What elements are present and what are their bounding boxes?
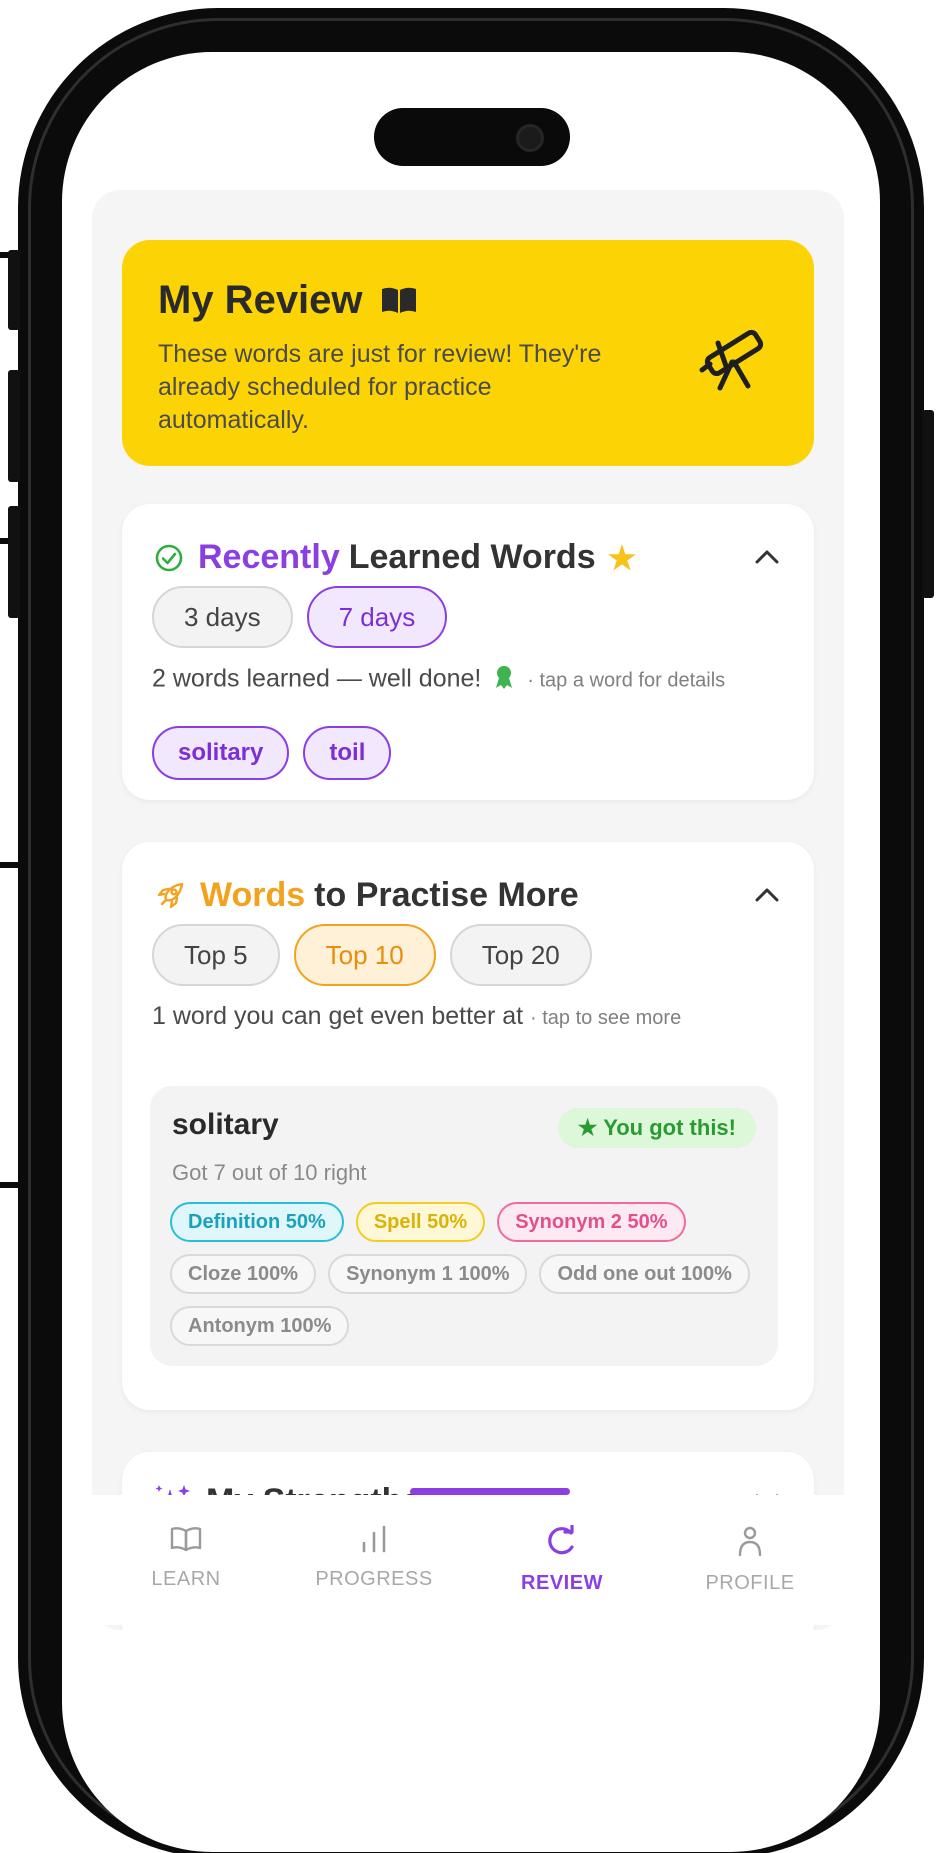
recent-title-highlight: Recently — [198, 538, 340, 576]
skill-tag-value: 100% — [246, 1262, 299, 1285]
nav-profile[interactable]: PROFILE — [656, 1495, 844, 1625]
hero-description: These words are just for review! They're… — [158, 340, 602, 434]
practise-score: Got 7 out of 10 right — [172, 1160, 367, 1185]
practise-summary: 1 word you can get even better at · tap … — [152, 1002, 792, 1032]
skill-tag-label: Cloze — [188, 1262, 242, 1285]
recent-word-list: solitary toil — [152, 726, 392, 780]
skill-tag-value: 100% — [680, 1262, 732, 1285]
volume-up-button — [8, 370, 20, 482]
action-button — [8, 250, 20, 330]
skill-tag-label: Synonym 2 — [515, 1210, 622, 1233]
practise-title: Words to Practise More — [154, 876, 579, 915]
word-chip-solitary[interactable]: solitary — [152, 726, 290, 780]
rocket-icon — [154, 880, 186, 912]
award-icon — [492, 664, 516, 696]
practise-title-highlight: Words — [200, 876, 306, 914]
skill-tag-synonym-2: Synonym 2 50% — [497, 1202, 686, 1242]
telescope-icon — [696, 310, 780, 399]
recent-title-rest: Learned Words — [348, 538, 596, 576]
camera-icon — [516, 124, 544, 152]
practise-word: solitary — [172, 1108, 279, 1141]
filter-top-10[interactable]: Top 10 — [293, 924, 436, 986]
filter-7-days[interactable]: 7 days — [306, 586, 448, 648]
nav-label-progress: PROGRESS — [315, 1568, 433, 1590]
refresh-icon — [545, 1524, 579, 1562]
bottom-nav: LEARN PROGRESS REVIEW PROFILE — [92, 1495, 844, 1625]
practise-summary-text: 1 word you can get even better at — [152, 1002, 524, 1030]
bar-chart-icon — [357, 1525, 391, 1558]
skill-tags: Definition 50% Spell 50% Synonym 2 50% C… — [170, 1202, 760, 1346]
person-icon — [733, 1525, 767, 1562]
practise-more-card: Words to Practise More Top 5 Top 10 Top … — [122, 842, 814, 1410]
skill-tag-value: 50% — [285, 1210, 326, 1233]
encouragement-badge: ★ You got this! — [557, 1108, 756, 1148]
filter-top-5[interactable]: Top 5 — [152, 924, 280, 986]
filter-top-20[interactable]: Top 20 — [449, 924, 592, 986]
dynamic-island — [374, 108, 570, 166]
chevron-up-icon[interactable] — [754, 886, 780, 909]
chevron-up-icon[interactable] — [754, 548, 780, 571]
nav-review[interactable]: REVIEW — [468, 1495, 656, 1625]
book-icon — [169, 1525, 203, 1558]
nav-label-learn: LEARN — [151, 1568, 221, 1590]
hero-title-row: My Review — [158, 278, 418, 325]
my-review-banner: My Review These words are just for revie… — [122, 240, 814, 466]
nav-learn[interactable]: LEARN — [92, 1495, 280, 1625]
skill-tag-label: Antonym — [188, 1314, 275, 1337]
skill-tag-value: 50% — [627, 1210, 668, 1233]
check-circle-icon — [154, 543, 184, 573]
skill-tag-spell: Spell 50% — [355, 1202, 486, 1242]
star-icon: ★ — [607, 539, 637, 576]
open-book-icon — [380, 280, 418, 325]
recent-hint: · tap a word for details — [527, 669, 726, 692]
skill-tag-definition: Definition 50% — [170, 1202, 344, 1242]
recent-summary: 2 words learned — well done! · tap a wor… — [152, 664, 792, 696]
practise-filter-pills: Top 5 Top 10 Top 20 — [152, 924, 592, 986]
practise-title-rest: to Practise More — [314, 876, 579, 914]
practise-word-item[interactable]: solitary ★ You got this! Got 7 out of 10… — [150, 1086, 778, 1366]
review-content[interactable]: My Review These words are just for revie… — [92, 190, 844, 1630]
skill-tag-value: 50% — [427, 1210, 468, 1233]
phone-screen: My Review These words are just for revie… — [62, 52, 880, 1852]
filter-3-days[interactable]: 3 days — [152, 586, 293, 648]
word-chip-toil[interactable]: toil — [303, 726, 392, 780]
skill-tag-synonym-1: Synonym 1 100% — [328, 1254, 528, 1294]
recent-filter-pills: 3 days 7 days — [152, 586, 448, 648]
skill-tag-label: Spell — [373, 1210, 422, 1233]
nav-label-profile: PROFILE — [705, 1572, 795, 1594]
skill-tag-cloze: Cloze 100% — [170, 1254, 317, 1294]
power-button — [922, 410, 934, 598]
skill-tag-value: 100% — [458, 1262, 510, 1285]
skill-tag-label: Odd one out — [557, 1262, 676, 1285]
skill-tag-label: Synonym 1 — [346, 1262, 453, 1285]
recent-title: Recently Learned Words ★ — [154, 538, 636, 577]
hero-title: My Review — [158, 278, 363, 322]
skill-tag-antonym: Antonym 100% — [170, 1306, 350, 1346]
canvas: My Review These words are just for revie… — [0, 0, 936, 1853]
skill-tag-odd-one-out: Odd one out 100% — [539, 1254, 750, 1294]
volume-down-button — [8, 506, 20, 618]
practise-hint: · tap to see more — [530, 1007, 682, 1029]
nav-progress[interactable]: PROGRESS — [280, 1495, 468, 1625]
active-tab-indicator — [410, 1488, 570, 1495]
recently-learned-card: Recently Learned Words ★ 3 days 7 days 2… — [122, 504, 814, 800]
skill-tag-value: 100% — [280, 1314, 332, 1337]
recent-summary-text: 2 words learned — well done! — [152, 664, 482, 693]
nav-label-review: REVIEW — [521, 1572, 603, 1594]
skill-tag-label: Definition — [188, 1210, 281, 1233]
